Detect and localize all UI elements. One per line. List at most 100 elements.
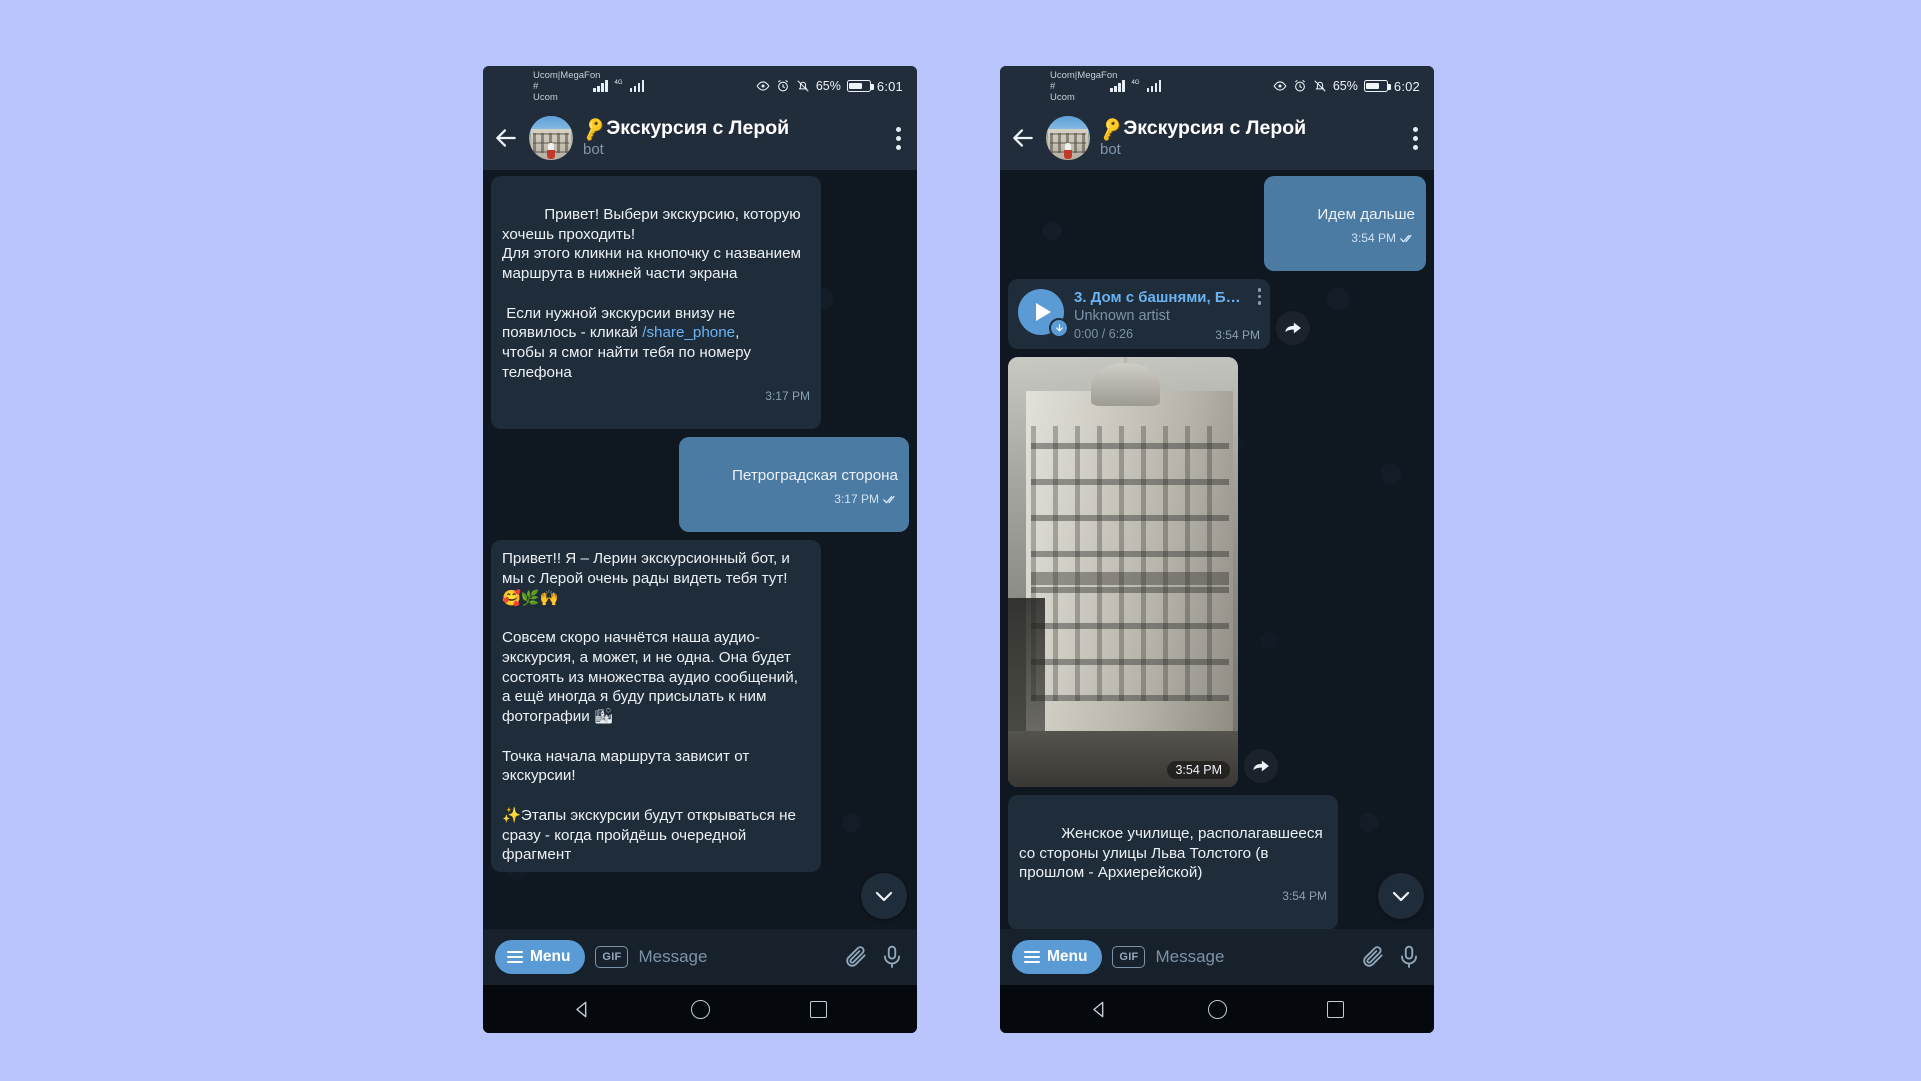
nav-bar-right bbox=[1000, 985, 1434, 1033]
download-badge-icon[interactable] bbox=[1049, 318, 1069, 338]
nav-back-triangle-icon[interactable] bbox=[1090, 1000, 1109, 1019]
chevron-down-icon bbox=[1392, 891, 1410, 902]
status-clock-right: 6:02 bbox=[1393, 78, 1420, 94]
nav-recents-square-icon[interactable] bbox=[810, 1000, 828, 1018]
kebab-menu-icon[interactable] bbox=[896, 126, 901, 150]
message-meta: 3:54 PM bbox=[1351, 231, 1415, 247]
page-title: Экскурсия с Лерой bbox=[606, 117, 790, 140]
message-meta: 3:17 PM bbox=[765, 389, 810, 405]
signal-bars-sim1 bbox=[593, 80, 608, 92]
battery-percent-label: 65% bbox=[1332, 79, 1358, 93]
menu-button-label: Menu bbox=[1047, 948, 1088, 965]
chat-subtitle: bot bbox=[1100, 140, 1121, 158]
kebab-menu-icon[interactable] bbox=[1413, 126, 1418, 150]
carrier-line-1: Ucom|MegaFon # bbox=[1050, 69, 1118, 92]
chat-header-left: 🔑 Экскурсия с Лерой bot bbox=[483, 106, 917, 170]
mute-bell-icon bbox=[797, 80, 809, 92]
avatar[interactable] bbox=[1046, 116, 1090, 160]
forward-button[interactable] bbox=[1244, 749, 1278, 783]
signal-icons: 4G bbox=[593, 80, 645, 92]
message-input[interactable]: Message bbox=[1155, 947, 1350, 967]
bubble-user-choice[interactable]: Петроградская сторона 3:17 PM bbox=[678, 437, 909, 532]
message-row: 3. Дом с башнями, Б… Unknown artist 0:00… bbox=[1008, 279, 1426, 349]
bubble-bot-intro[interactable]: Привет! Выбери экскурсию, которую хочешь… bbox=[491, 176, 821, 429]
timestamp: 3:54 PM bbox=[1282, 889, 1327, 903]
gif-button[interactable]: GIF bbox=[1112, 946, 1146, 968]
play-button[interactable] bbox=[1018, 289, 1069, 338]
microphone-icon[interactable] bbox=[1396, 944, 1422, 970]
nav-home-circle-icon[interactable] bbox=[1208, 999, 1228, 1019]
audio-options-icon[interactable] bbox=[1257, 288, 1261, 305]
bubble-user-next[interactable]: Идем дальше 3:54 PM bbox=[1264, 176, 1426, 271]
message-row: Идем дальше 3:54 PM bbox=[1008, 176, 1426, 271]
chat-title-row: 🔑 Экскурсия с Лерой bbox=[1097, 115, 1403, 141]
timestamp: 3:54 PM bbox=[1215, 328, 1260, 342]
eye-icon bbox=[1273, 81, 1287, 91]
chat-body-right[interactable]: Идем дальше 3:54 PM 3. Дом с башнями, Б…… bbox=[1000, 170, 1434, 929]
play-triangle-icon bbox=[1035, 303, 1051, 321]
nav-recents-square-icon[interactable] bbox=[1327, 1000, 1345, 1018]
avatar[interactable] bbox=[529, 116, 573, 160]
hamburger-icon bbox=[507, 950, 523, 964]
paperclip-icon[interactable] bbox=[843, 944, 869, 970]
hamburger-icon bbox=[1024, 950, 1040, 964]
phone-left: Ucom|MegaFon # Ucom 4G 65% 6:01 🔑 Экскур… bbox=[483, 66, 917, 1033]
microphone-icon[interactable] bbox=[879, 944, 905, 970]
nav-back-triangle-icon[interactable] bbox=[573, 1000, 592, 1019]
carrier-label: Ucom|MegaFon # Ucom bbox=[1012, 69, 1118, 103]
status-bar-right: Ucom|MegaFon # Ucom 4G 65% 6:02 bbox=[1000, 66, 1434, 106]
message-row: Женское училище, располагавшееся со стор… bbox=[1008, 795, 1426, 929]
chat-title-block[interactable]: 🔑 Экскурсия с Лерой bot bbox=[580, 115, 886, 157]
gif-button[interactable]: GIF bbox=[595, 946, 629, 968]
signal-icons: 4G bbox=[1110, 80, 1162, 92]
forward-arrow-icon bbox=[1285, 322, 1301, 334]
page-title: Экскурсия с Лерой bbox=[1123, 117, 1307, 140]
carrier-line-1: Ucom|MegaFon # bbox=[533, 69, 601, 92]
user-choice-text: Петроградская сторона bbox=[731, 466, 898, 484]
nav-home-circle-icon[interactable] bbox=[691, 999, 711, 1019]
forward-button[interactable] bbox=[1276, 311, 1310, 345]
signal-bars-sim1 bbox=[1110, 80, 1125, 92]
battery-percent-label: 65% bbox=[815, 79, 841, 93]
chat-title-row: 🔑 Экскурсия с Лерой bbox=[580, 115, 886, 142]
timestamp: 3:17 PM bbox=[834, 491, 879, 506]
bot-intro-text: Привет! Выбери экскурсию, которую хочешь… bbox=[502, 205, 801, 342]
photo-caption-text: Женское училище, располагавшееся со стор… bbox=[1019, 824, 1327, 882]
menu-button[interactable]: Menu bbox=[1012, 940, 1103, 974]
double-check-icon bbox=[1400, 234, 1412, 243]
message-list-right: Идем дальше 3:54 PM 3. Дом с башнями, Б…… bbox=[1000, 170, 1434, 929]
photo-message[interactable]: 3:54 PM bbox=[1008, 357, 1278, 787]
message-row: 3:54 PM bbox=[1008, 357, 1426, 787]
network-type-label: 4G bbox=[1131, 80, 1140, 86]
status-bar-left: Ucom|MegaFon # Ucom 4G 65% 6:01 bbox=[483, 66, 917, 106]
audio-message[interactable]: 3. Дом с башнями, Б… Unknown artist 0:00… bbox=[1008, 279, 1310, 349]
photo-image[interactable]: 3:54 PM bbox=[1008, 357, 1238, 787]
message-meta: 3:17 PM bbox=[834, 492, 898, 508]
menu-button[interactable]: Menu bbox=[495, 940, 586, 974]
bubble-bot-welcome[interactable]: Привет!! Я – Лерин экскурсионный бот, и … bbox=[491, 540, 821, 872]
status-right-group: 65% 6:01 bbox=[756, 79, 905, 94]
carrier-line-2: Ucom bbox=[1050, 91, 1075, 103]
audio-title: 3. Дом с башнями, Б… bbox=[1074, 289, 1241, 306]
message-row: Петроградская сторона 3:17 PM bbox=[491, 437, 909, 532]
back-arrow-icon[interactable] bbox=[493, 125, 519, 151]
timestamp: 3:54 PM bbox=[1167, 761, 1230, 779]
chat-title-block[interactable]: 🔑 Экскурсия с Лерой bot bbox=[1097, 115, 1403, 158]
scroll-to-bottom-button[interactable] bbox=[1378, 873, 1424, 919]
key-icon: 🔑 bbox=[580, 115, 609, 142]
signal-bars-sim2 bbox=[1146, 80, 1162, 92]
forward-arrow-icon bbox=[1253, 760, 1269, 772]
bubble-photo-caption[interactable]: Женское училище, располагавшееся со стор… bbox=[1008, 795, 1338, 929]
paperclip-icon[interactable] bbox=[1360, 944, 1386, 970]
audio-artist: Unknown artist bbox=[1074, 308, 1170, 324]
back-arrow-icon[interactable] bbox=[1010, 125, 1036, 151]
scroll-to-bottom-button[interactable] bbox=[861, 873, 907, 919]
share-phone-command-link[interactable]: /share_phone bbox=[642, 324, 735, 341]
carrier-line-2: Ucom bbox=[533, 91, 558, 103]
audio-player[interactable]: 3. Дом с башнями, Б… Unknown artist 0:00… bbox=[1008, 279, 1270, 349]
chat-body-left[interactable]: Привет! Выбери экскурсию, которую хочешь… bbox=[483, 170, 917, 929]
alarm-icon bbox=[1294, 80, 1305, 92]
message-input[interactable]: Message bbox=[638, 947, 833, 967]
double-check-icon bbox=[883, 495, 895, 504]
user-next-text: Идем дальше bbox=[1317, 205, 1415, 223]
